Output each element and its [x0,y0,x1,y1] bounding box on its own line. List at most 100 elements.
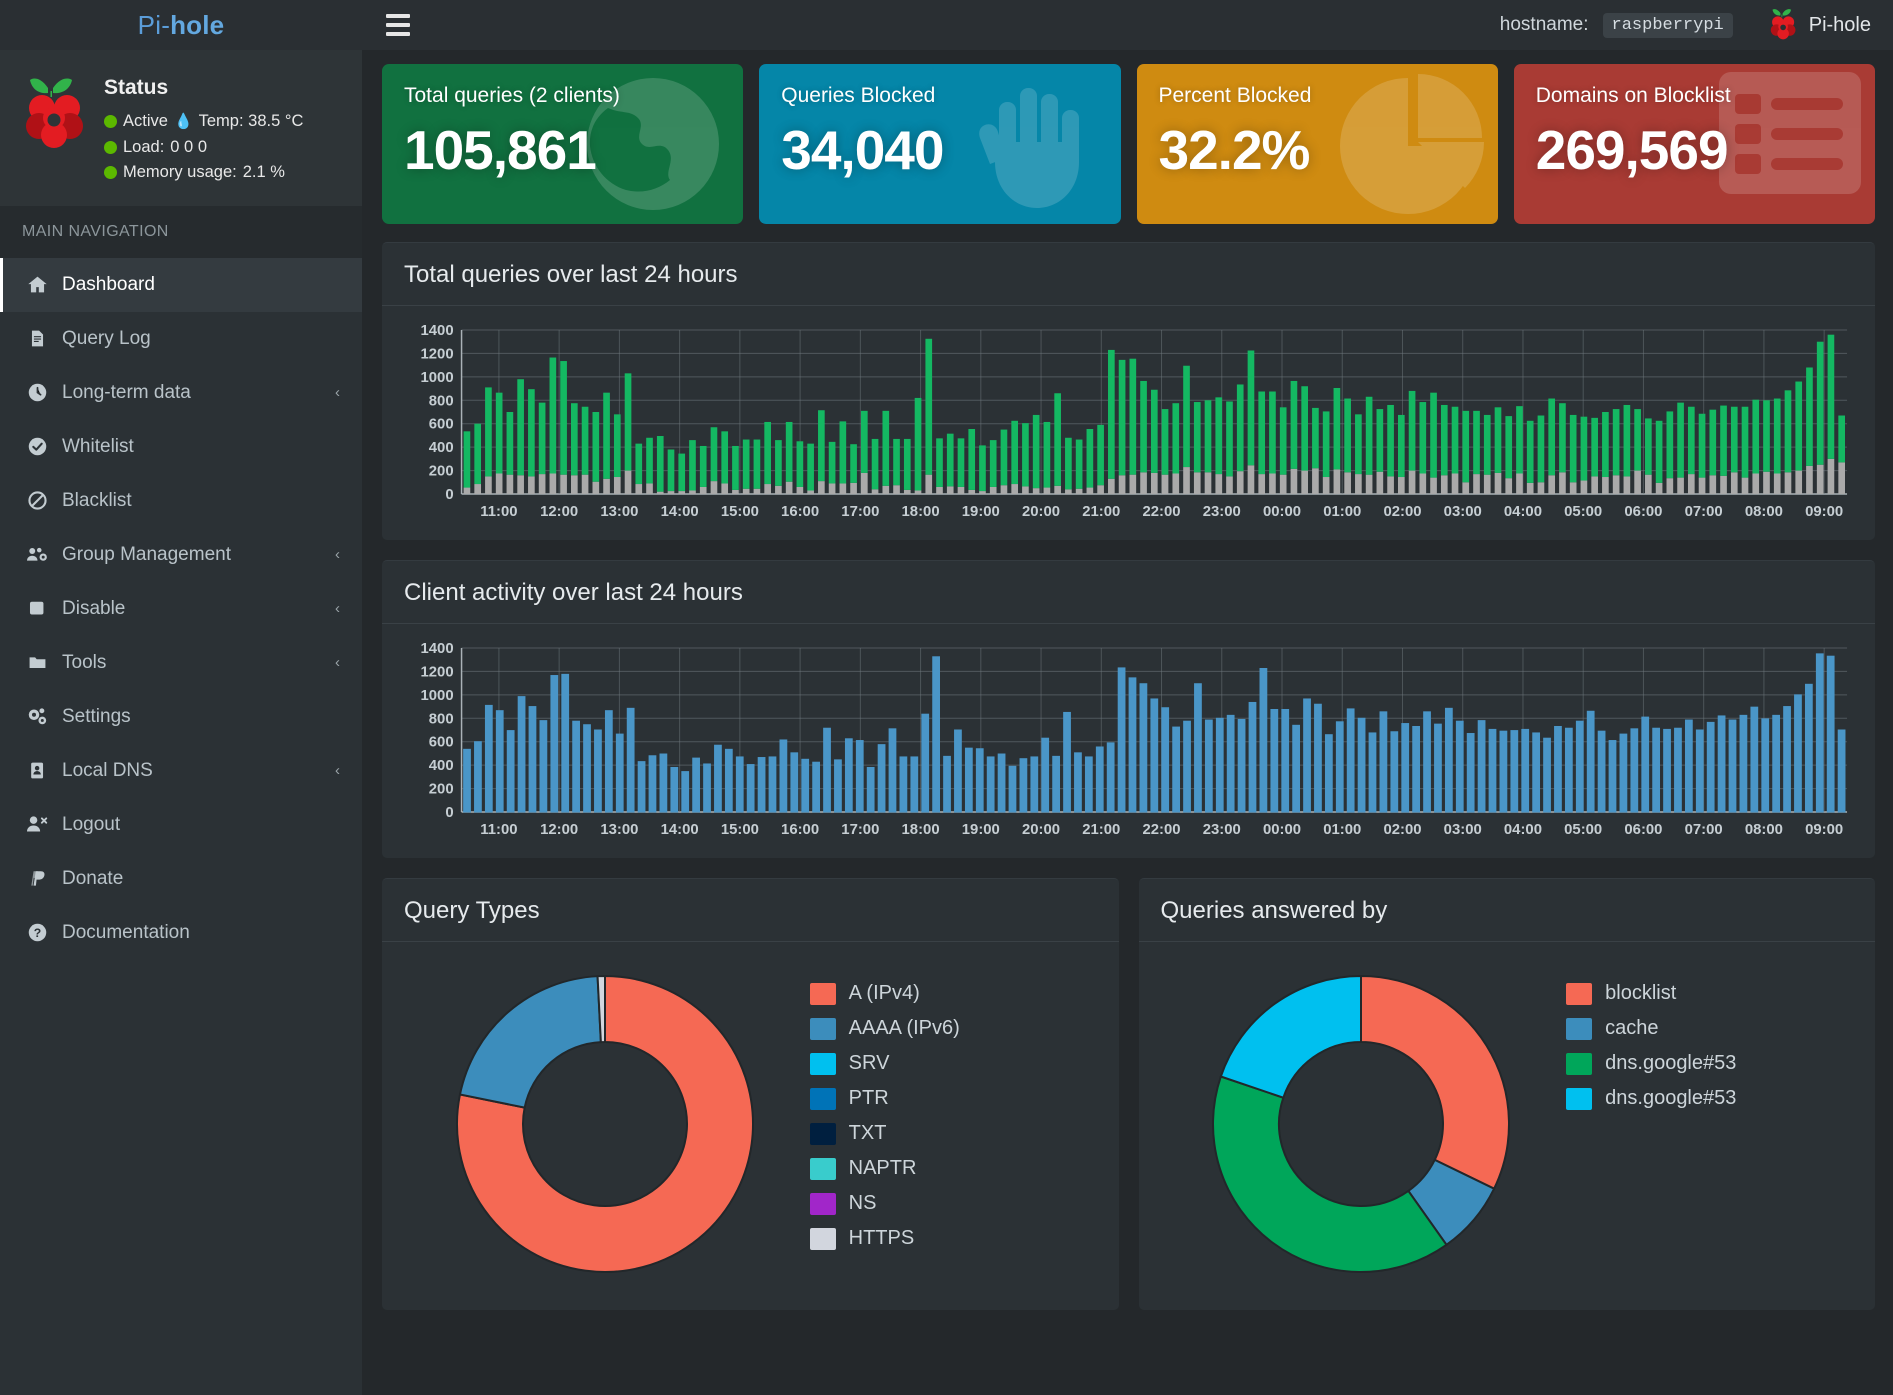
status-body: Status Active 💧 Temp: 38.5 °C Load: 0 0 … [104,72,303,186]
legend-label: cache [1605,1017,1659,1039]
square-icon [25,599,49,618]
stat-value: 34,040 [781,119,944,181]
legend-swatch [1566,982,1593,1005]
svg-text:07:00: 07:00 [1685,821,1723,838]
sidebar-item-local-dns[interactable]: Local DNS ‹ [0,744,362,798]
sidebar-brand: Pi-hole [137,9,225,40]
legend-item[interactable]: dns.google#53 [1566,1052,1853,1075]
legend-item[interactable]: SRV [809,1052,1097,1075]
svg-text:21:00: 21:00 [1082,821,1120,838]
sidebar-item-donate[interactable]: Donate [0,852,362,906]
svg-text:06:00: 06:00 [1624,821,1662,838]
card-title-query-types: Query Types [404,897,540,924]
legend-item[interactable]: cache [1566,1017,1853,1040]
svg-text:800: 800 [429,710,454,727]
legend-swatch [809,1087,836,1110]
svg-text:400: 400 [429,439,454,456]
status-dot-active [104,115,117,129]
sidebar-item-whitelist[interactable]: Whitelist [0,420,362,474]
legend-swatch [809,1052,836,1075]
sidebar-item-logout[interactable]: Logout [0,798,362,852]
sidebar-item-documentation[interactable]: ? Documentation [0,906,362,960]
svg-text:17:00: 17:00 [841,503,879,520]
query-types-donut[interactable] [404,968,806,1280]
legend-item[interactable]: NAPTR [809,1157,1097,1180]
svg-text:19:00: 19:00 [962,503,1000,520]
legend-label: dns.google#53 [1605,1052,1737,1074]
topbar-right: hostname: raspberrypi Pi-hole [1500,6,1871,45]
legend-item[interactable]: blocklist [1566,982,1853,1005]
legend-swatch [1566,1017,1593,1040]
svg-text:05:00: 05:00 [1564,503,1602,520]
sidebar: Pi-hole Status Active 💧 Temp: 38.5 °C Lo… [0,0,362,1395]
client-activity-chart[interactable]: 0 200 400 600 800 1000 1200 1400 11:00 12:00 13:00… [404,642,1853,842]
sidebar-item-tools[interactable]: Tools ‹ [0,636,362,690]
question-icon: ? [25,922,49,943]
legend-swatch [809,1122,836,1145]
clock-icon [25,382,49,403]
sidebar-item-long-term-data[interactable]: Long-term data ‹ [0,366,362,420]
stat-box-domains-on-blocklist[interactable]: Domains on Blocklist 269,569 [1513,64,1875,224]
total-queries-chart[interactable]: 0 200 400 600 800 1000 1200 1400 11:00 12:00 13:00… [404,324,1853,524]
status-memory-line: Memory usage: 2.1 % [104,160,303,186]
legend-label: A (IPv4) [848,982,920,1004]
svg-text:09:00: 09:00 [1805,821,1843,838]
sidebar-item-disable[interactable]: Disable ‹ [0,582,362,636]
sidebar-item-label: Blacklist [62,489,132,511]
card-title-total-queries: Total queries over last 24 hours [404,261,738,288]
legend-item[interactable]: A (IPv4) [809,982,1097,1005]
sidebar-item-settings[interactable]: Settings [0,690,362,744]
card-body-client-activity: 0 200 400 600 800 1000 1200 1400 11:00 12:00 13:00… [382,624,1875,858]
stat-label: Queries Blocked [781,84,936,107]
user-times-icon [25,814,49,835]
check-icon [25,436,49,457]
legend-item[interactable]: NS [809,1192,1097,1215]
gears-icon [25,706,49,727]
sidebar-item-label: Tools [62,651,107,673]
raspberry-pi-logo-icon [22,72,90,150]
svg-text:200: 200 [429,463,454,480]
svg-text:1400: 1400 [421,642,454,657]
svg-text:22:00: 22:00 [1142,503,1180,520]
answered-by-donut[interactable] [1161,968,1563,1280]
status-panel: Status Active 💧 Temp: 38.5 °C Load: 0 0 … [0,50,362,206]
legend-item[interactable]: PTR [809,1087,1097,1110]
stat-box-percent-blocked[interactable]: Percent Blocked 32.2% [1136,64,1498,224]
svg-text:18:00: 18:00 [902,503,940,520]
sidebar-item-group-management[interactable]: Group Management ‹ [0,528,362,582]
status-dot-memory [104,166,117,180]
svg-text:03:00: 03:00 [1444,821,1482,838]
stat-box-queries-blocked[interactable]: Queries Blocked 34,040 [759,64,1121,224]
svg-text:1000: 1000 [421,687,454,704]
hamburger-icon[interactable] [386,14,410,36]
status-temp-label: Temp: 38.5 °C [198,112,304,130]
chevron-left-icon: ‹ [335,546,340,564]
legend-item[interactable]: AAAA (IPv6) [809,1017,1097,1040]
sidebar-item-label: Query Log [62,327,151,349]
stat-box-total-queries-2-clients[interactable]: Total queries (2 clients) 105,861 [382,64,744,224]
legend-item[interactable]: dns.google#53 [1566,1087,1853,1110]
svg-text:07:00: 07:00 [1685,503,1723,520]
svg-text:0: 0 [445,804,453,821]
legend-swatch [809,1017,836,1040]
thermometer-icon: 💧 [173,113,193,131]
legend-label: dns.google#53 [1605,1087,1737,1109]
sidebar-item-blacklist[interactable]: Blacklist [0,474,362,528]
sidebar-item-query-log[interactable]: Query Log [0,312,362,366]
svg-text:15:00: 15:00 [721,821,759,838]
legend-swatch [809,982,836,1005]
sidebar-logo[interactable]: Pi-hole [0,0,362,50]
legend-swatch [809,1192,836,1215]
card-body-query-types: A (IPv4) AAAA (IPv6) SRV PTR TXT NAPTR NS HTTPS [382,942,1119,1310]
legend-item[interactable]: HTTPS [809,1227,1097,1250]
legend-swatch [809,1227,836,1250]
content-area: Total queries (2 clients) 105,861 Queries … [362,50,1893,1310]
svg-text:08:00: 08:00 [1745,821,1783,838]
svg-text:15:00: 15:00 [721,503,759,520]
answered-by-legend: blocklist cache dns.google#53 dns.google#53 [1562,968,1853,1122]
legend-item[interactable]: TXT [809,1122,1097,1145]
header-brand[interactable]: Pi-hole [1769,6,1871,45]
sidebar-item-label: Long-term data [62,381,191,403]
hostname-value: raspberrypi [1602,12,1733,38]
sidebar-item-dashboard[interactable]: Dashboard [0,257,362,312]
